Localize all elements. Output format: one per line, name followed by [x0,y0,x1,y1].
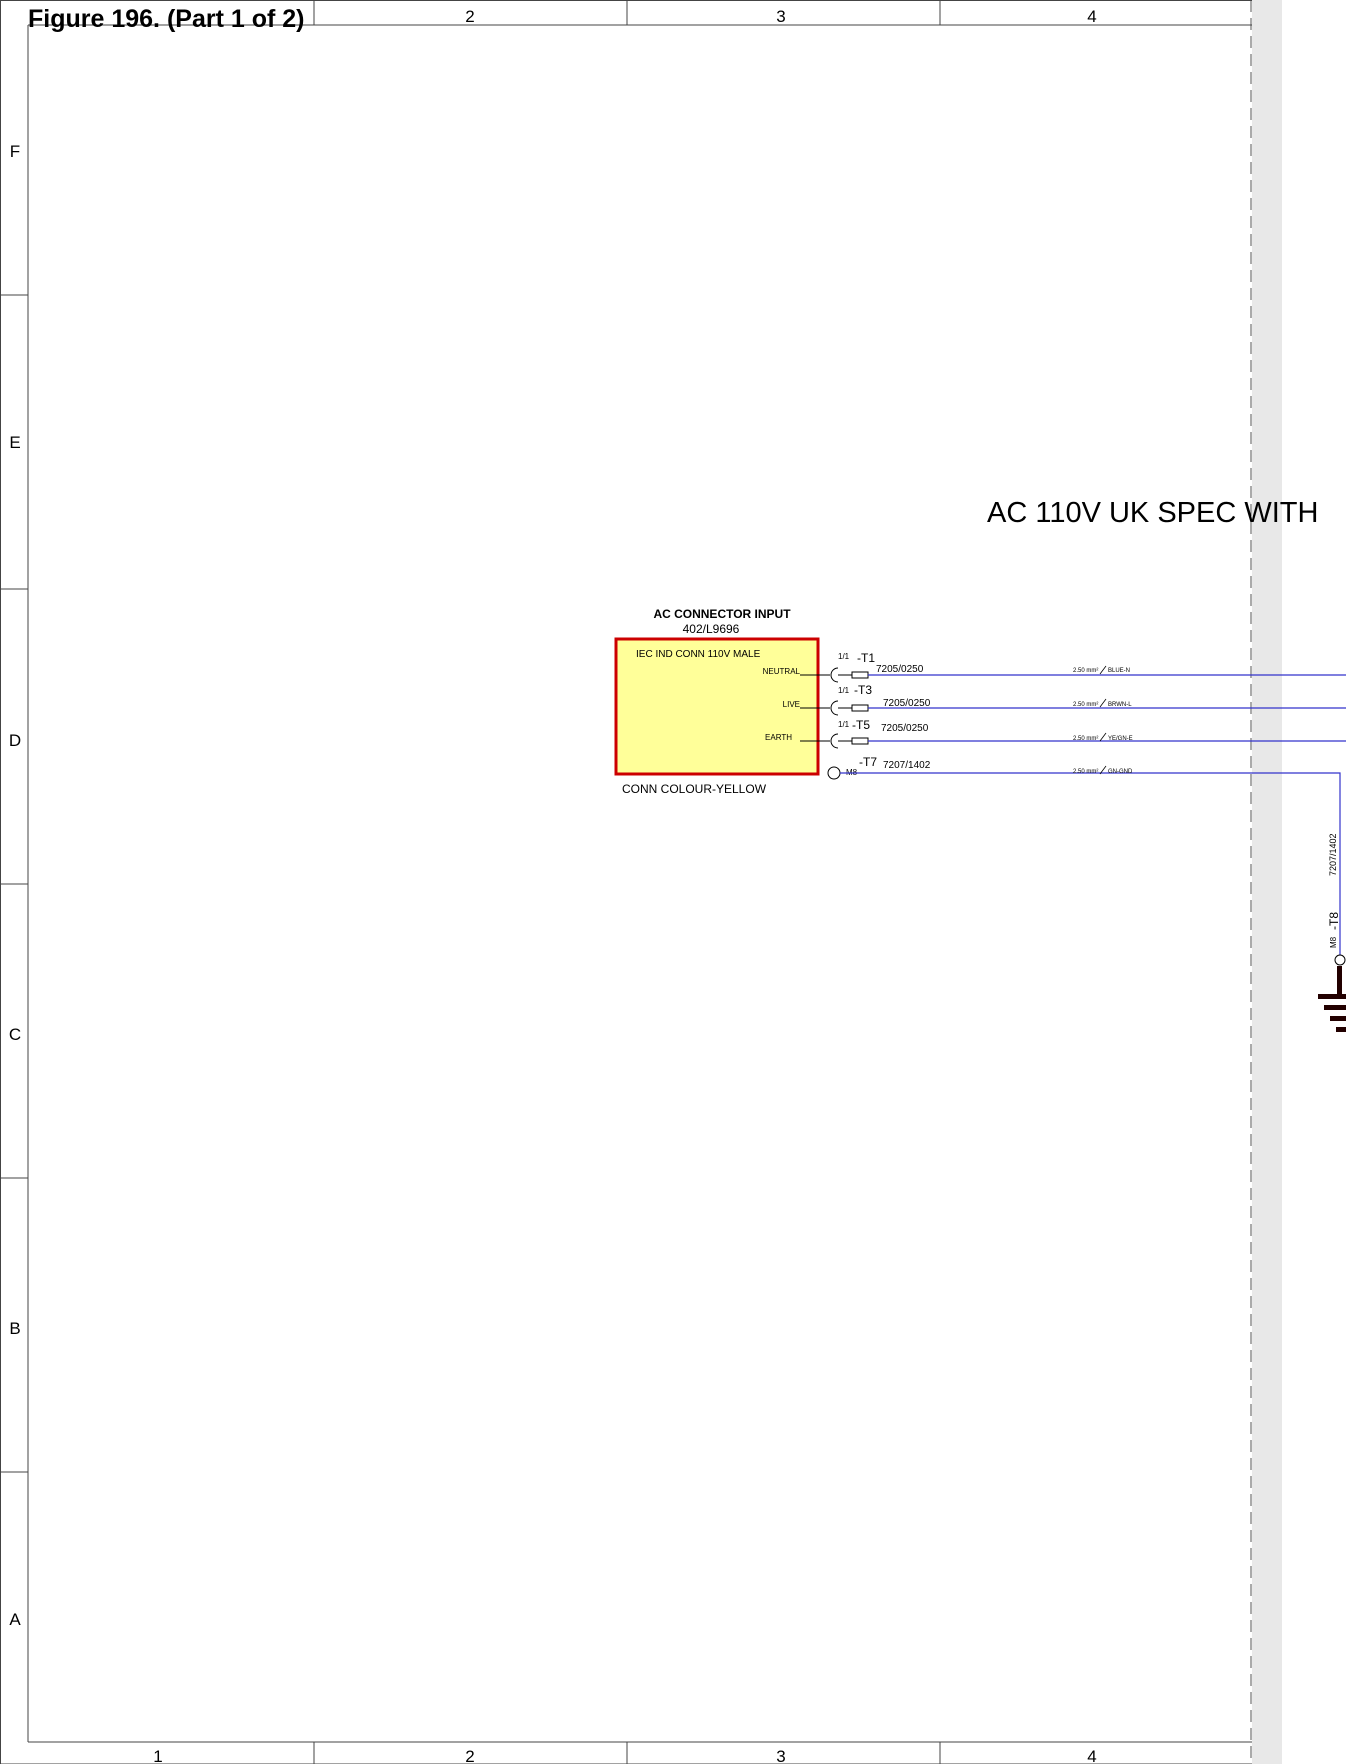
column-label-top: 2 [465,7,474,26]
svg-text:BRWN-L: BRWN-L [1108,702,1132,708]
wire-spec-ground: 2.50 mm² GN-GND [1073,765,1133,775]
terminal-part: 7207/1402 [883,760,931,771]
column-label-bottom: 1 [153,1747,162,1764]
svg-text:YE/GN-E: YE/GN-E [1108,736,1133,742]
vertical-lead-terminal: -T8 [1327,912,1341,930]
pin-ratio: 1/1 [838,652,850,661]
svg-text:2.50 mm²: 2.50 mm² [1073,702,1098,708]
pin-label-neutral: NEUTRAL [763,667,801,676]
row-label: A [9,1610,21,1629]
terminal-label: -T7 [859,755,877,769]
pin-label-live: LIVE [783,700,800,709]
terminal-part: 7205/0250 [876,664,924,675]
pin-label-earth: EARTH [765,733,792,742]
svg-text:GN-GND: GN-GND [1108,769,1133,775]
wire-spec-neutral: 2.50 mm² BLUE-N [1073,665,1130,675]
connector-title: AC CONNECTOR INPUT [653,607,791,621]
row-label: D [9,731,21,750]
figure-title: Figure 196. (Part 1 of 2) [28,5,304,33]
terminal-part: 7205/0250 [883,698,931,709]
vertical-lead-part: 7207/1402 [1328,833,1338,876]
svg-text:2.50 mm²: 2.50 mm² [1073,668,1098,674]
svg-text:BLUE-N: BLUE-N [1108,668,1130,674]
column-label-bottom: 2 [465,1747,474,1764]
column-label-top: 3 [776,7,785,26]
diagram-title: AC 110V UK SPEC WITH [987,497,1318,529]
column-label-bottom: 3 [776,1747,785,1764]
row-label: F [10,142,20,161]
drawing-frame [0,0,1252,1764]
schematic-sheet: Figure 196. (Part 1 of 2) 2 3 4 1 2 3 4 … [0,0,1346,1764]
page-edge-strip [1252,0,1282,1764]
connector-colour-note: CONN COLOUR-YELLOW [622,782,767,796]
connector-type: IEC IND CONN 110V MALE [636,649,761,660]
wire-spec-live: 2.50 mm² BRWN-L [1073,698,1132,708]
row-label: E [9,433,20,452]
row-label: B [9,1319,20,1338]
column-label-top: 4 [1087,7,1096,26]
ground-stud-circle [1334,954,1346,966]
pin-ratio: 1/1 [838,686,850,695]
column-label-bottom: 4 [1087,1747,1096,1764]
svg-text:2.50 mm²: 2.50 mm² [1073,769,1098,775]
terminal-part: 7205/0250 [881,723,929,734]
terminal-label: -T1 [857,651,875,665]
row-label: C [9,1025,21,1044]
terminal-label: -T3 [854,683,872,697]
connector-part-number: 402/L9696 [683,622,740,636]
chassis-ground-icon [1318,966,1346,1032]
svg-text:2.50 mm²: 2.50 mm² [1073,736,1098,742]
terminal-label: -T5 [852,718,870,732]
ac-connector-block: AC CONNECTOR INPUT 402/L9696 IEC IND CON… [614,607,869,796]
vertical-lead-stud: M8 [1329,936,1338,948]
pin-ratio: 1/1 [838,720,850,729]
